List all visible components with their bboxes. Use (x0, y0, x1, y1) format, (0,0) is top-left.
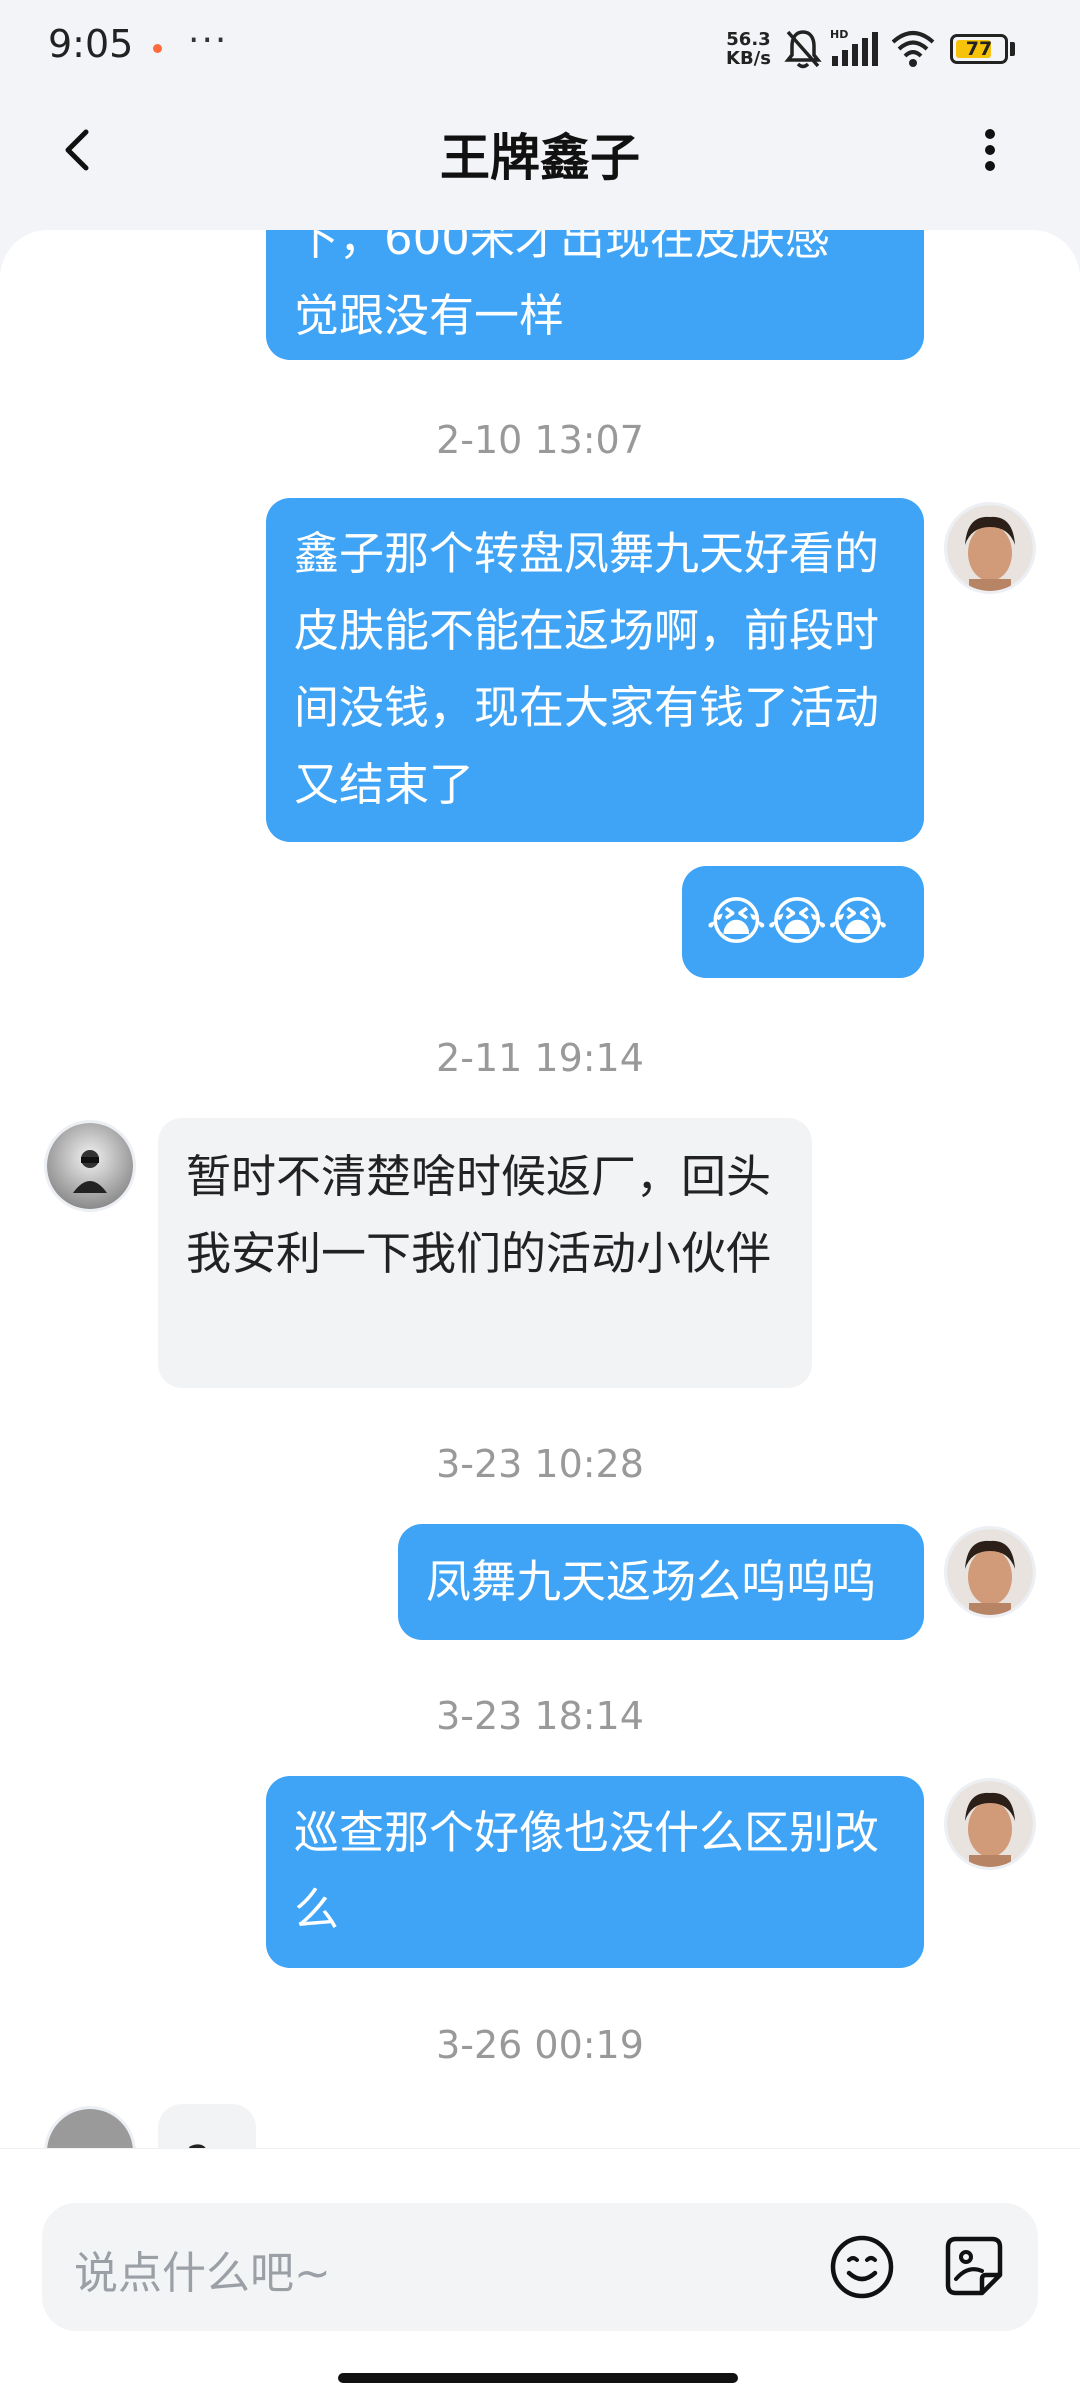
message-timestamp: 3-23 10:28 (436, 1442, 644, 1486)
message-bubble-sent[interactable]: 鑫子那个转盘凤舞九天好看的皮肤能不能在返场啊，前段时间没钱，现在大家有钱了活动又… (266, 498, 924, 842)
contact-avatar[interactable] (44, 1120, 136, 1212)
emoji-button[interactable] (826, 2231, 898, 2303)
message-bubble-sent[interactable]: 😭😭😭 (682, 866, 924, 978)
contact-avatar-image (47, 2109, 133, 2148)
message-text-line: 下，600米才出现在皮肤感 (294, 230, 830, 265)
message-list[interactable]: 下，600米才出现在皮肤感 觉跟没有一样 2-10 13:07 鑫子那个转盘凤舞… (0, 230, 1080, 2148)
status-time: 9:05 (48, 22, 134, 66)
message-text: 鑫子那个转盘凤舞九天好看的皮肤能不能在返场啊，前段时间没钱，现在大家有钱了活动又… (294, 527, 880, 811)
signal-hd-label: HD (830, 28, 848, 41)
more-notifications-icon: ··· (188, 20, 229, 61)
bell-muted-icon (784, 30, 822, 69)
battery-level: 77 (965, 38, 993, 60)
message-bubble-sent[interactable]: 下，600米才出现在皮肤感 觉跟没有一样 (266, 230, 924, 360)
battery-icon: 77 (950, 34, 1008, 64)
message-timestamp: 3-23 18:14 (436, 1694, 644, 1738)
my-avatar[interactable] (944, 502, 1036, 594)
message-bubble-received[interactable]: 暂时不清楚啥时候返厂，回头我安利一下我们的活动小伙伴 (158, 1118, 812, 1388)
chat-title: 王牌鑫子 (440, 129, 640, 187)
home-indicator[interactable] (338, 2373, 738, 2383)
user-avatar-image (947, 1781, 1033, 1867)
input-bar: 说点什么吧~ (0, 2148, 1080, 2401)
back-button[interactable] (50, 120, 110, 180)
network-speed-value: 56.3 (726, 29, 771, 50)
contact-avatar[interactable] (44, 2106, 136, 2148)
message-bubble-sent[interactable]: 凤舞九天返场么呜呜呜 (398, 1524, 924, 1640)
network-speed: 56.3 KB/s (726, 30, 771, 68)
status-bar: 9:05 ··· 56.3 KB/s HD 77 (0, 0, 1080, 100)
wifi-icon (891, 31, 935, 67)
contact-avatar-image (47, 1123, 133, 1209)
signal-icon: HD (830, 28, 878, 66)
message-bubble-received[interactable]: ? (158, 2104, 256, 2148)
message-text: 暂时不清楚啥时候返厂，回头我安利一下我们的活动小伙伴 (186, 1150, 772, 1280)
user-avatar-image (947, 1529, 1033, 1615)
message-text: ? (186, 2136, 210, 2148)
message-timestamp: 3-26 00:19 (436, 2023, 644, 2067)
my-avatar[interactable] (944, 1526, 1036, 1618)
message-timestamp: 2-11 19:14 (436, 1036, 644, 1080)
message-text: 凤舞九天返场么呜呜呜 (426, 1555, 877, 1608)
message-text: 巡查那个好像也没什么区别改么 (294, 1806, 880, 1936)
message-timestamp: 2-10 13:07 (436, 418, 644, 462)
chat-header: 王牌鑫子 (0, 100, 1080, 230)
my-avatar[interactable] (944, 1778, 1036, 1870)
sticker-image-button[interactable] (938, 2231, 1010, 2303)
input-placeholder: 说点什么吧~ (74, 2248, 331, 2299)
user-avatar-image (947, 505, 1033, 591)
network-speed-unit: KB/s (726, 48, 771, 69)
notification-dot-icon (153, 44, 162, 53)
message-input[interactable]: 说点什么吧~ (42, 2203, 1038, 2331)
message-text-line: 觉跟没有一样 (294, 289, 565, 342)
emoji-message: 😭😭😭 (706, 892, 889, 952)
message-bubble-sent[interactable]: 巡查那个好像也没什么区别改么 (266, 1776, 924, 1968)
more-options-button[interactable] (960, 120, 1020, 180)
